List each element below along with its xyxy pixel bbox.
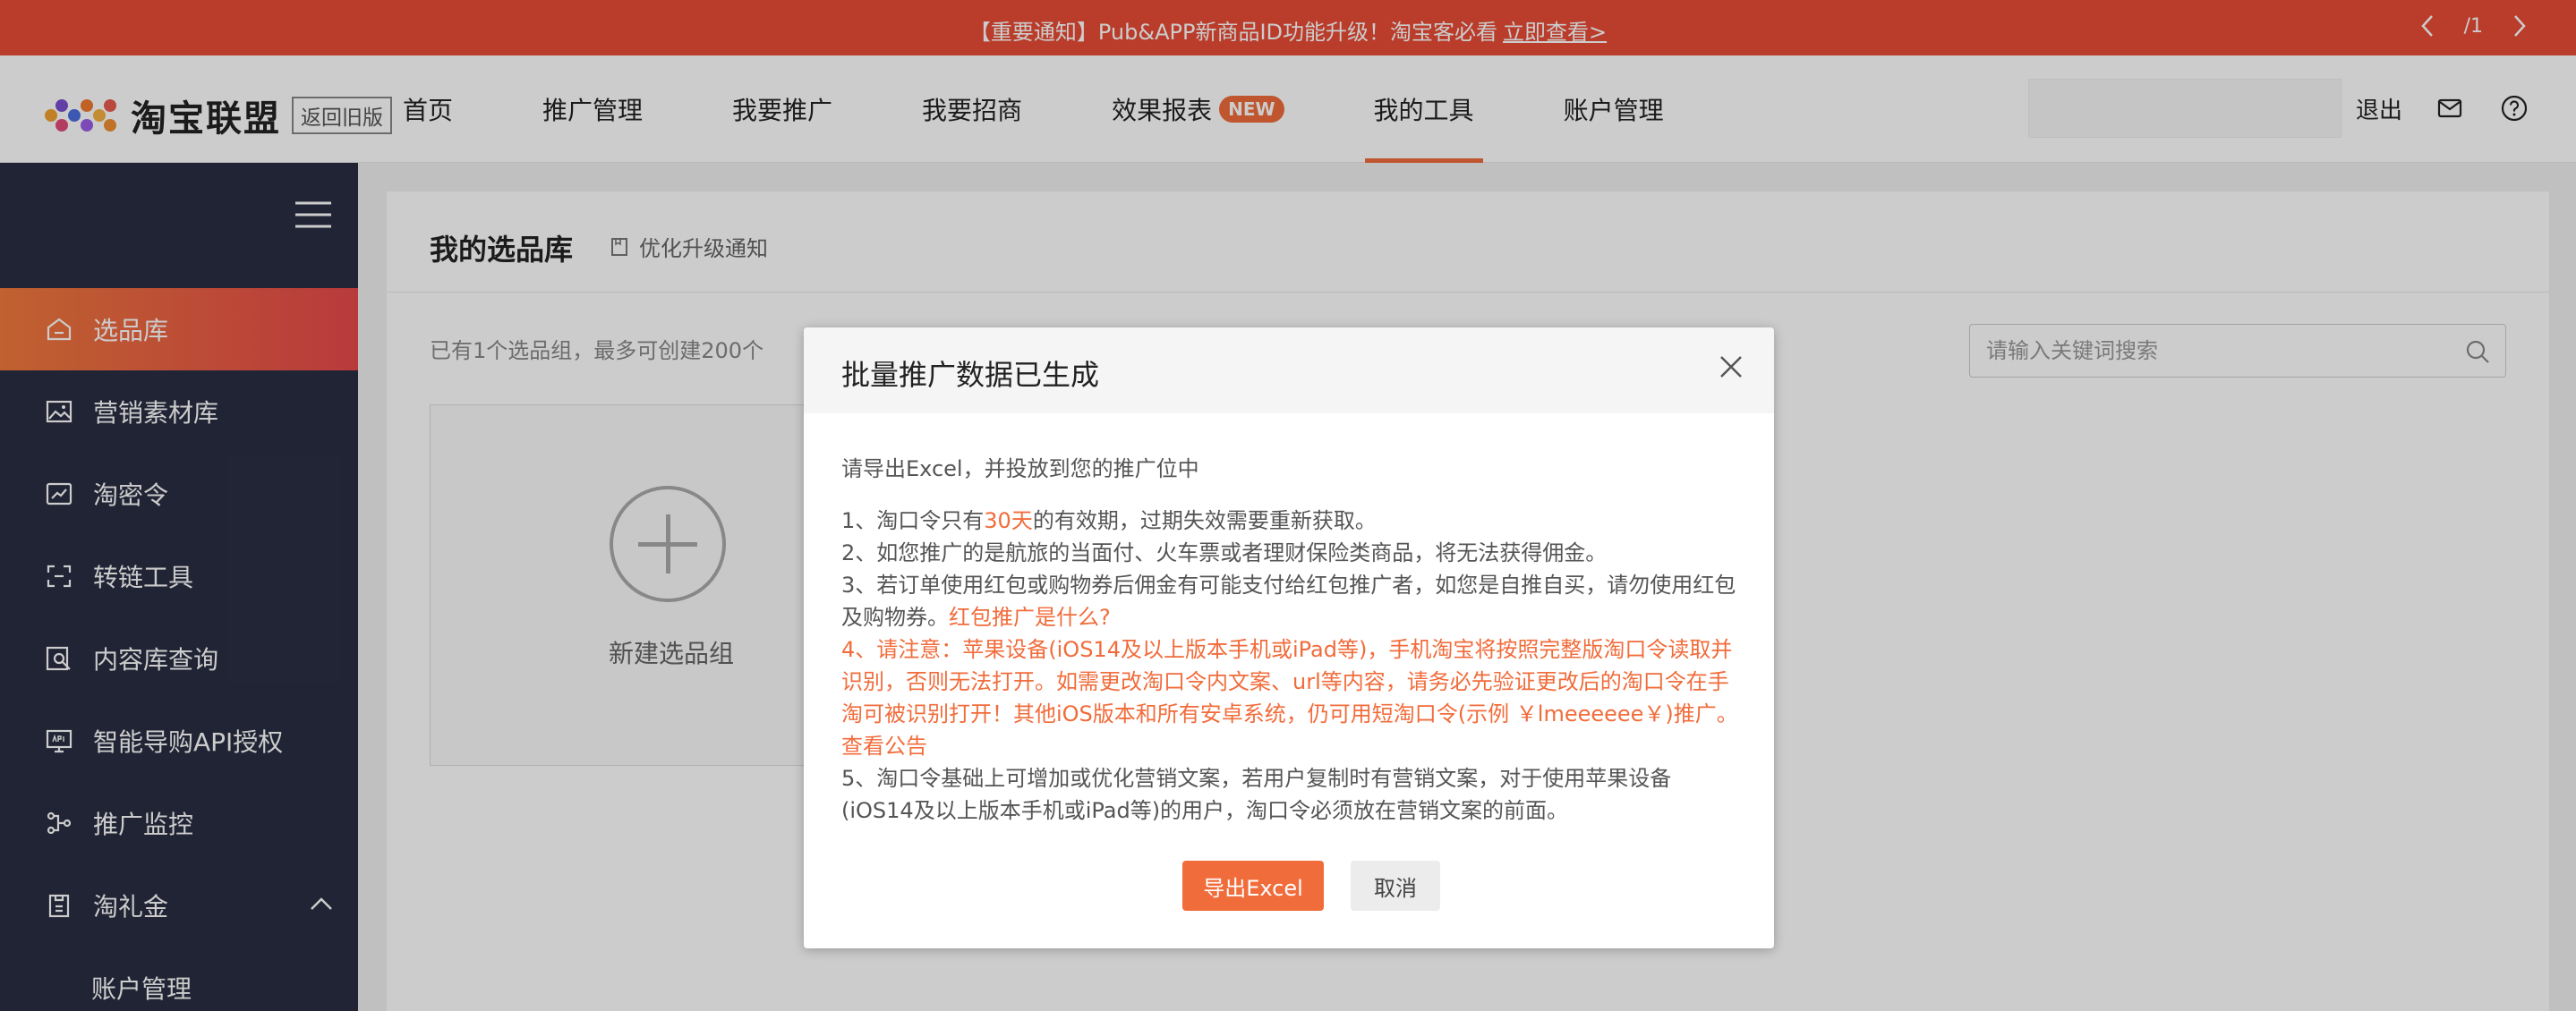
close-icon — [1720, 356, 1742, 378]
cancel-button[interactable]: 取消 — [1351, 861, 1440, 911]
dialog-intro: 请导出Excel，并投放到您的推广位中 — [841, 456, 1199, 481]
close-button[interactable] — [1715, 351, 1747, 383]
view-announcement-link[interactable]: 查看公告 — [841, 734, 927, 759]
validity-highlight: 30天 — [984, 508, 1033, 533]
red-packet-link[interactable]: 红包推广是什么? — [949, 605, 1111, 630]
dialog-footer: 导出Excel 取消 — [804, 861, 1774, 911]
dialog-header: 批量推广数据已生成 — [804, 327, 1774, 413]
export-excel-button[interactable]: 导出Excel — [1182, 861, 1324, 911]
notice-item-2: 2、如您推广的是航旅的当面付、火车票或者理财保险类商品，将无法获得佣金。 — [841, 540, 1608, 565]
notice-item-5: 5、淘口令基础上可增加或优化营销文案，若用户复制时有营销文案，对于使用苹果设备(… — [841, 766, 1672, 823]
dialog-body: 请导出Excel，并投放到您的推广位中 1、淘口令只有30天的有效期，过期失效需… — [841, 453, 1740, 827]
batch-promotion-dialog: 批量推广数据已生成 请导出Excel，并投放到您的推广位中 1、淘口令只有30天… — [804, 327, 1774, 948]
notice-item-4: 4、请注意：苹果设备(iOS14及以上版本手机或iPad等)，手机淘宝将按照完整… — [841, 637, 1738, 759]
notice-item-1: 1、淘口令只有30天的有效期，过期失效需要重新获取。 — [841, 508, 1377, 533]
dialog-title: 批量推广数据已生成 — [841, 358, 1100, 392]
notice-item-3: 3、若订单使用红包或购物券后佣金有可能支付给红包推广者，如您是自推自买，请勿使用… — [841, 573, 1736, 630]
